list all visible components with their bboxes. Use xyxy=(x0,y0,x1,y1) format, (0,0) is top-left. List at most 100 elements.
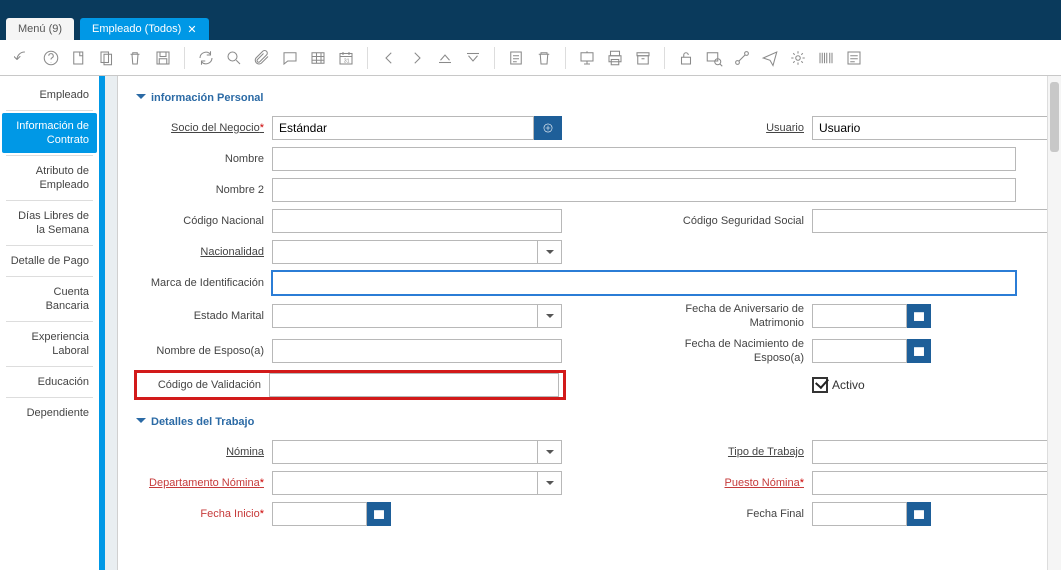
svg-text:31: 31 xyxy=(344,58,350,64)
label-nomina[interactable]: Nómina xyxy=(136,445,272,459)
label-esposo: Nombre de Esposo(a) xyxy=(136,344,272,358)
zoom-icon[interactable] xyxy=(701,45,727,71)
sidebar-item-atributo-empleado[interactable]: Atributo de Empleado xyxy=(2,158,97,198)
codval-field[interactable] xyxy=(269,373,559,397)
fechafinal-field[interactable] xyxy=(812,502,907,526)
label-socio[interactable]: Socio del Negocio* xyxy=(136,121,272,135)
search-icon[interactable] xyxy=(221,45,247,71)
nombre-field[interactable] xyxy=(272,147,1016,171)
trash-icon[interactable] xyxy=(531,45,557,71)
estado-dropdown-button[interactable] xyxy=(538,304,562,328)
label-nombre2: Nombre 2 xyxy=(136,183,272,197)
collapse-icon xyxy=(136,94,145,103)
save-icon[interactable] xyxy=(150,45,176,71)
prev-icon[interactable] xyxy=(376,45,402,71)
nomina-dropdown-button[interactable] xyxy=(538,440,562,464)
fechainicio-field[interactable] xyxy=(272,502,367,526)
collapse-icon xyxy=(136,418,145,427)
label-marca: Marca de Identificación xyxy=(136,276,272,290)
vertical-scrollbar[interactable] xyxy=(1047,76,1061,570)
presentation-icon[interactable] xyxy=(574,45,600,71)
tab-menu-label: Menú (9) xyxy=(18,23,62,35)
sidebar-item-educacion[interactable]: Educación xyxy=(2,369,97,395)
archive-icon[interactable] xyxy=(630,45,656,71)
depnomina-dropdown-button[interactable] xyxy=(538,471,562,495)
label-estado: Estado Marital xyxy=(136,309,272,323)
sidebar-item-dias-libres[interactable]: Días Libres de la Semana xyxy=(2,203,97,243)
esposo-field[interactable] xyxy=(272,339,562,363)
sidebar-item-detalle-pago[interactable]: Detalle de Pago xyxy=(2,248,97,274)
workflow-icon[interactable] xyxy=(729,45,755,71)
gear-icon[interactable] xyxy=(785,45,811,71)
tab-menu[interactable]: Menú (9) xyxy=(6,18,74,40)
report-icon[interactable] xyxy=(503,45,529,71)
delete-icon[interactable] xyxy=(122,45,148,71)
socio-field[interactable] xyxy=(272,116,534,140)
barcode-icon[interactable] xyxy=(813,45,839,71)
form-icon[interactable] xyxy=(841,45,867,71)
sidebar-item-cuenta-bancaria[interactable]: Cuenta Bancaria xyxy=(2,279,97,319)
grid-icon[interactable] xyxy=(305,45,331,71)
side-nav: Empleado Información de Contrato Atribut… xyxy=(0,76,100,570)
codval-highlight: Código de Validación xyxy=(136,372,564,398)
down-icon[interactable] xyxy=(460,45,486,71)
help-icon[interactable] xyxy=(38,45,64,71)
nombre2-field[interactable] xyxy=(272,178,1016,202)
chat-icon[interactable] xyxy=(277,45,303,71)
up-icon[interactable] xyxy=(432,45,458,71)
activo-checkbox[interactable] xyxy=(812,377,828,393)
nomina-field[interactable] xyxy=(272,440,538,464)
puestonomina-field[interactable] xyxy=(812,471,1047,495)
sidebar-item-experiencia[interactable]: Experiencia Laboral xyxy=(2,324,97,364)
send-icon[interactable] xyxy=(757,45,783,71)
codseg-field[interactable] xyxy=(812,209,1047,233)
next-icon[interactable] xyxy=(404,45,430,71)
label-fechafinal: Fecha Final xyxy=(636,507,812,521)
label-codnac: Código Nacional xyxy=(136,214,272,228)
new-icon[interactable] xyxy=(66,45,92,71)
label-usuario[interactable]: Usuario xyxy=(636,121,812,135)
section-personal-header[interactable]: información Personal xyxy=(136,92,1029,104)
close-icon[interactable]: ✕ xyxy=(187,23,196,36)
side-scroll-indicator xyxy=(99,76,105,570)
attachment-icon[interactable] xyxy=(249,45,275,71)
tipotrab-field[interactable] xyxy=(812,440,1047,464)
tab-empleado-label: Empleado (Todos) xyxy=(92,23,181,35)
depnomina-field[interactable] xyxy=(272,471,538,495)
label-fechainicio: Fecha Inicio* xyxy=(136,507,272,521)
usuario-field[interactable] xyxy=(812,116,1047,140)
label-tipotrab[interactable]: Tipo de Trabajo xyxy=(636,445,812,459)
back-icon[interactable] xyxy=(10,45,36,71)
nacesposo-field[interactable] xyxy=(812,339,907,363)
aniversario-field[interactable] xyxy=(812,304,907,328)
socio-lookup-button[interactable] xyxy=(534,116,562,140)
fechainicio-calendar-button[interactable] xyxy=(367,502,391,526)
label-nacionalidad[interactable]: Nacionalidad xyxy=(136,245,272,259)
refresh-icon[interactable] xyxy=(193,45,219,71)
estado-field[interactable] xyxy=(272,304,538,328)
nacesposo-calendar-button[interactable] xyxy=(907,339,931,363)
scrollbar-thumb[interactable] xyxy=(1050,82,1059,152)
fechafinal-calendar-button[interactable] xyxy=(907,502,931,526)
form-content: información Personal Socio del Negocio* … xyxy=(118,76,1047,570)
toolbar: 31 xyxy=(0,40,1061,76)
label-puestonomina[interactable]: Puesto Nómina* xyxy=(636,476,812,490)
sidebar-item-dependiente[interactable]: Dependiente xyxy=(2,400,97,426)
sidebar-item-informacion-contrato[interactable]: Información de Contrato xyxy=(2,113,97,153)
section-job-header[interactable]: Detalles del Trabajo xyxy=(136,416,1029,428)
sidebar-item-empleado[interactable]: Empleado xyxy=(2,82,97,108)
print-icon[interactable] xyxy=(602,45,628,71)
marca-field[interactable] xyxy=(272,271,1016,295)
tab-empleado[interactable]: Empleado (Todos) ✕ xyxy=(80,18,209,40)
nacionalidad-field[interactable] xyxy=(272,240,538,264)
aniversario-calendar-button[interactable] xyxy=(907,304,931,328)
calendar-icon[interactable]: 31 xyxy=(333,45,359,71)
section-personal-title: información Personal xyxy=(151,92,263,104)
copy-icon[interactable] xyxy=(94,45,120,71)
lock-icon[interactable] xyxy=(673,45,699,71)
codnac-field[interactable] xyxy=(272,209,562,233)
label-aniversario: Fecha de Aniversario de Matrimonio xyxy=(636,302,812,330)
label-nacesposo: Fecha de Nacimiento de Esposo(a) xyxy=(636,337,812,365)
label-depnomina[interactable]: Departamento Nómina* xyxy=(136,476,272,490)
nacionalidad-dropdown-button[interactable] xyxy=(538,240,562,264)
